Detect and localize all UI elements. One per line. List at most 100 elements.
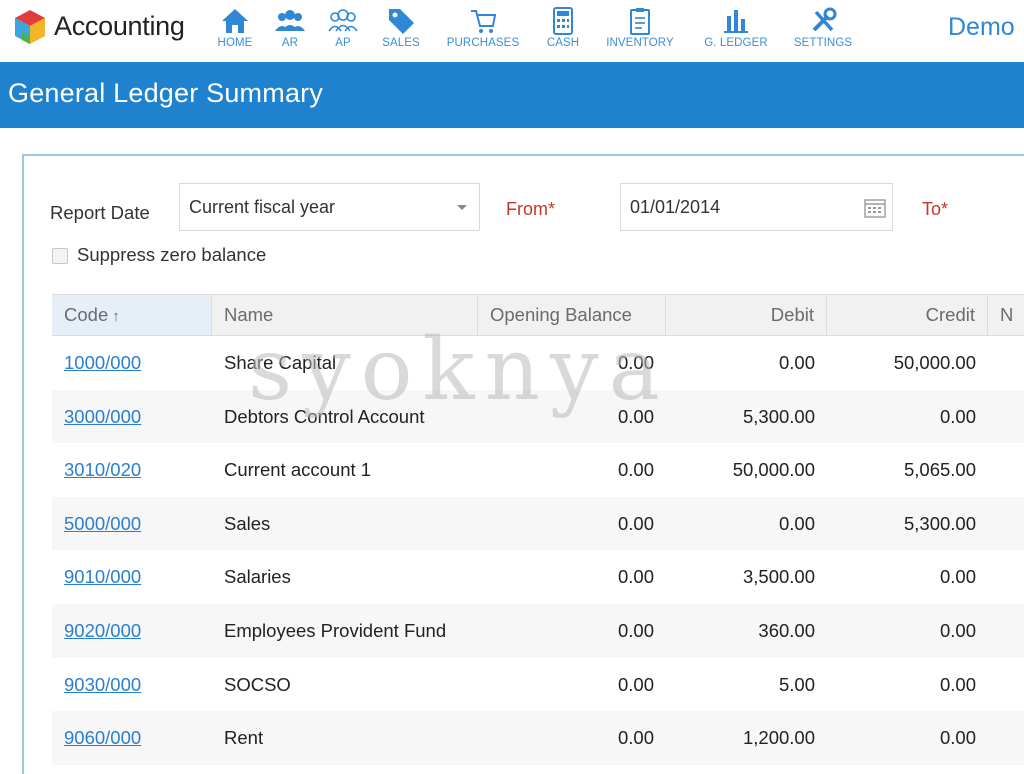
cell-name: Share Capital [224, 352, 337, 373]
nav-g-ledger[interactable]: G. LEDGER [696, 4, 776, 60]
cell-code: 9020/000 [52, 604, 212, 658]
cell-opening-balance: 0.00 [617, 405, 654, 427]
cell-code: 3010/020 [52, 443, 212, 497]
account-code-link[interactable]: 9010/000 [64, 566, 141, 587]
calendar-icon[interactable] [864, 198, 886, 218]
cell-code: 9060/000 [52, 711, 212, 765]
bar-chart-icon [724, 10, 748, 33]
cell-debit: 0.00 [778, 512, 815, 534]
page-title: General Ledger Summary [8, 78, 324, 108]
nav-sales[interactable]: SALES [361, 4, 441, 60]
column-header-opening-balance[interactable]: Opening Balance [478, 295, 666, 335]
cell-opening-balance: 0.00 [617, 727, 654, 749]
report-panel: Report Date Current fiscal year From* 01… [22, 154, 1024, 774]
cell-name: Current account 1 [224, 459, 372, 481]
cell-code: 9010/000 [52, 550, 212, 604]
account-code-link[interactable]: 3000/000 [64, 406, 141, 427]
nav-label: PURCHASES [446, 37, 520, 49]
table-row[interactable]: 9060/000 Rent 0.00 1,200.00 0.00 [52, 711, 1024, 765]
table-row[interactable]: 3000/000 Debtors Control Account 0.00 5,300… [52, 389, 1024, 444]
cell-name: Salaries [224, 566, 291, 588]
table-body: 1000/000 Share Capital 0.00 0.00 50,000.00 30… [52, 336, 1024, 765]
cell-code: 9030/000 [52, 658, 212, 712]
nav-settings[interactable]: SETTINGS [783, 4, 863, 60]
cell-opening-balance: 0.00 [617, 352, 654, 373]
cart-icon [471, 10, 497, 33]
to-label: To* [922, 199, 949, 219]
column-header-code[interactable]: Code ↑ [52, 295, 212, 335]
cell-opening-balance: 0.00 [617, 459, 654, 481]
account-code-link[interactable]: 3010/020 [64, 459, 141, 480]
cell-credit: 0.00 [939, 619, 976, 641]
nav-label: SALES [382, 37, 420, 49]
nav-purchases[interactable]: PURCHASES [443, 4, 523, 60]
account-code-link[interactable]: 1000/000 [64, 352, 141, 373]
chevron-down-icon [457, 205, 467, 210]
nav-inventory[interactable]: INVENTORY [600, 4, 680, 60]
column-header-name[interactable]: Name [212, 295, 478, 335]
table-row[interactable]: 9010/000 Salaries 0.00 3,500.00 0.00 [52, 550, 1024, 604]
cell-opening-balance: 0.00 [617, 619, 654, 641]
report-date-select[interactable]: Current fiscal year [179, 183, 480, 231]
column-header-net[interactable]: N [988, 295, 1024, 335]
home-icon [222, 9, 248, 33]
nav-label: G. LEDGER [704, 37, 768, 49]
table-row[interactable]: 1000/000 Share Capital 0.00 0.00 50,000.00 [52, 336, 1024, 390]
report-date-value: Current fiscal year [189, 197, 336, 217]
suppress-zero-checkbox[interactable] [52, 248, 68, 264]
cell-name: Sales [224, 512, 271, 534]
account-code-link[interactable]: 9030/000 [64, 674, 141, 695]
cell-debit: 5.00 [778, 673, 815, 695]
sort-ascending-icon: ↑ [112, 308, 120, 325]
nav-cash[interactable]: CASH [523, 4, 603, 60]
cell-code: 5000/000 [52, 497, 212, 551]
cell-debit: 0.00 [778, 352, 815, 373]
table-row[interactable]: 9020/000 Employees Provident Fund 0.00 360.… [52, 603, 1024, 658]
from-label: From* [506, 199, 555, 219]
table-row[interactable]: 9030/000 SOCSO 0.00 5.00 0.00 [52, 658, 1024, 712]
cell-debit: 5,300.00 [742, 405, 815, 427]
from-date-input[interactable]: 01/01/2014 [620, 183, 893, 231]
account-code-link[interactable]: 5000/000 [64, 513, 141, 534]
table-row[interactable]: 5000/000 Sales 0.00 0.00 5,300.00 [52, 496, 1024, 551]
cell-debit: 1,200.00 [742, 727, 815, 749]
cell-opening-balance: 0.00 [617, 512, 654, 534]
cell-opening-balance: 0.00 [617, 673, 654, 695]
cell-credit: 5,300.00 [903, 512, 976, 534]
clipboard-icon [630, 8, 650, 35]
cell-name: SOCSO [224, 673, 291, 695]
report-date-label: Report Date [50, 202, 150, 223]
column-header-debit[interactable]: Debit [666, 295, 827, 335]
table-row[interactable]: 3010/020 Current account 1 0.00 50,000.00 5,… [52, 443, 1024, 497]
logo-cube-icon [15, 10, 45, 44]
top-bar: Accounting HOME AR AP SALES PURCHASES CA… [0, 0, 1024, 62]
cell-name: Employees Provident Fund [224, 619, 447, 641]
ledger-table: Code ↑ Name Opening Balance Debit Credit … [52, 294, 1024, 765]
app-title[interactable]: Accounting [54, 11, 185, 42]
user-menu[interactable]: Demo [948, 13, 1015, 42]
users-outline-icon [328, 9, 358, 32]
tag-icon [389, 9, 414, 34]
app-logo[interactable] [12, 8, 48, 46]
column-header-credit[interactable]: Credit [827, 295, 988, 335]
users-icon [275, 10, 305, 31]
cell-code: 1000/000 [52, 336, 212, 390]
page-header: General Ledger Summary [0, 62, 1024, 128]
table-header: Code ↑ Name Opening Balance Debit Credit … [52, 294, 1024, 336]
cell-code: 3000/000 [52, 390, 212, 444]
tools-icon [812, 7, 837, 32]
cell-debit: 360.00 [758, 619, 815, 641]
suppress-zero-label: Suppress zero balance [77, 244, 267, 265]
cell-credit: 5,065.00 [903, 459, 976, 481]
cell-credit: 0.00 [939, 727, 976, 749]
account-code-link[interactable]: 9060/000 [64, 727, 141, 748]
cell-opening-balance: 0.00 [617, 566, 654, 588]
column-header-label: Code [64, 304, 109, 325]
nav-label: INVENTORY [606, 37, 674, 49]
from-date-value: 01/01/2014 [630, 197, 721, 217]
nav-label: SETTINGS [793, 37, 853, 49]
cell-name: Debtors Control Account [224, 405, 425, 427]
cell-credit: 50,000.00 [893, 352, 976, 373]
cell-credit: 0.00 [939, 405, 976, 427]
account-code-link[interactable]: 9020/000 [64, 620, 141, 641]
